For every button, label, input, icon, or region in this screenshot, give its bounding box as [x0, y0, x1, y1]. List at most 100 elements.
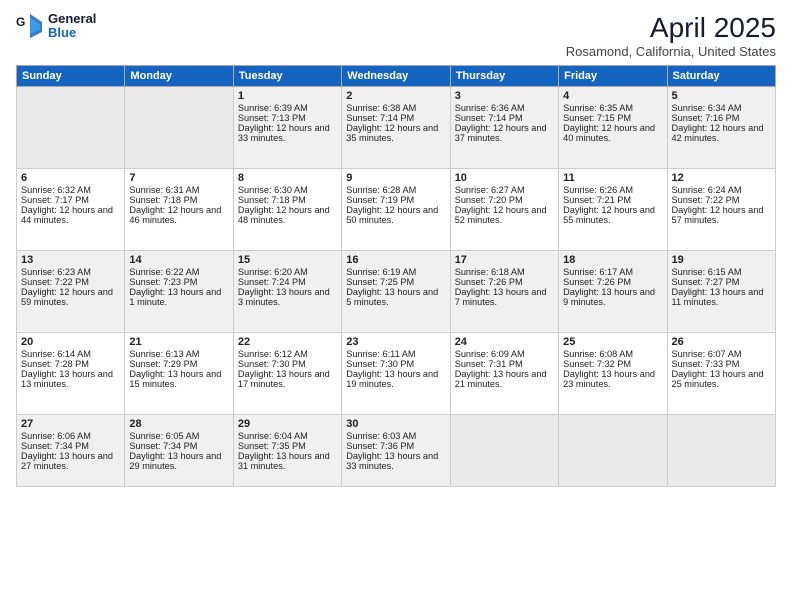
calendar-cell: 8Sunrise: 6:30 AMSunset: 7:18 PMDaylight… [233, 169, 341, 251]
sunrise-text: Sunrise: 6:38 AM [346, 103, 445, 113]
calendar-page: G General Blue April 2025 Rosamond, Cali… [0, 0, 792, 612]
day-number: 9 [346, 172, 445, 184]
calendar-cell: 14Sunrise: 6:22 AMSunset: 7:23 PMDayligh… [125, 251, 233, 333]
day-number: 18 [563, 254, 662, 266]
calendar-cell: 20Sunrise: 6:14 AMSunset: 7:28 PMDayligh… [17, 333, 125, 415]
sunrise-text: Sunrise: 6:17 AM [563, 267, 662, 277]
sunset-text: Sunset: 7:18 PM [238, 195, 337, 205]
sunrise-text: Sunrise: 6:05 AM [129, 431, 228, 441]
calendar-day-header: Friday [559, 66, 667, 87]
calendar-cell: 15Sunrise: 6:20 AMSunset: 7:24 PMDayligh… [233, 251, 341, 333]
calendar-cell: 12Sunrise: 6:24 AMSunset: 7:22 PMDayligh… [667, 169, 775, 251]
daylight-text: Daylight: 12 hours and 59 minutes. [21, 287, 120, 307]
calendar-cell: 11Sunrise: 6:26 AMSunset: 7:21 PMDayligh… [559, 169, 667, 251]
day-number: 8 [238, 172, 337, 184]
calendar-title: April 2025 [566, 12, 776, 44]
sunrise-text: Sunrise: 6:28 AM [346, 185, 445, 195]
day-number: 12 [672, 172, 771, 184]
daylight-text: Daylight: 13 hours and 31 minutes. [238, 451, 337, 471]
daylight-text: Daylight: 13 hours and 5 minutes. [346, 287, 445, 307]
daylight-text: Daylight: 13 hours and 33 minutes. [346, 451, 445, 471]
calendar-cell: 25Sunrise: 6:08 AMSunset: 7:32 PMDayligh… [559, 333, 667, 415]
calendar-day-header: Sunday [17, 66, 125, 87]
calendar-cell: 28Sunrise: 6:05 AMSunset: 7:34 PMDayligh… [125, 415, 233, 487]
calendar-cell [667, 415, 775, 487]
header: G General Blue April 2025 Rosamond, Cali… [16, 12, 776, 59]
calendar-cell: 7Sunrise: 6:31 AMSunset: 7:18 PMDaylight… [125, 169, 233, 251]
svg-text:G: G [16, 15, 25, 29]
calendar-day-header: Thursday [450, 66, 558, 87]
sunrise-text: Sunrise: 6:20 AM [238, 267, 337, 277]
sunrise-text: Sunrise: 6:26 AM [563, 185, 662, 195]
day-number: 14 [129, 254, 228, 266]
calendar-subtitle: Rosamond, California, United States [566, 44, 776, 59]
daylight-text: Daylight: 12 hours and 57 minutes. [672, 205, 771, 225]
sunrise-text: Sunrise: 6:24 AM [672, 185, 771, 195]
day-number: 11 [563, 172, 662, 184]
calendar-cell [450, 415, 558, 487]
sunset-text: Sunset: 7:22 PM [21, 277, 120, 287]
calendar-cell: 23Sunrise: 6:11 AMSunset: 7:30 PMDayligh… [342, 333, 450, 415]
calendar-week-row: 1Sunrise: 6:39 AMSunset: 7:13 PMDaylight… [17, 87, 776, 169]
calendar-day-header: Monday [125, 66, 233, 87]
sunset-text: Sunset: 7:34 PM [21, 441, 120, 451]
sunrise-text: Sunrise: 6:27 AM [455, 185, 554, 195]
sunset-text: Sunset: 7:13 PM [238, 113, 337, 123]
day-number: 19 [672, 254, 771, 266]
day-number: 23 [346, 336, 445, 348]
calendar-cell: 1Sunrise: 6:39 AMSunset: 7:13 PMDaylight… [233, 87, 341, 169]
sunset-text: Sunset: 7:36 PM [346, 441, 445, 451]
calendar-cell: 22Sunrise: 6:12 AMSunset: 7:30 PMDayligh… [233, 333, 341, 415]
daylight-text: Daylight: 12 hours and 42 minutes. [672, 123, 771, 143]
sunset-text: Sunset: 7:33 PM [672, 359, 771, 369]
calendar-cell: 9Sunrise: 6:28 AMSunset: 7:19 PMDaylight… [342, 169, 450, 251]
sunrise-text: Sunrise: 6:36 AM [455, 103, 554, 113]
sunrise-text: Sunrise: 6:19 AM [346, 267, 445, 277]
calendar-cell: 18Sunrise: 6:17 AMSunset: 7:26 PMDayligh… [559, 251, 667, 333]
calendar-cell: 6Sunrise: 6:32 AMSunset: 7:17 PMDaylight… [17, 169, 125, 251]
logo: G General Blue [16, 12, 96, 41]
sunrise-text: Sunrise: 6:12 AM [238, 349, 337, 359]
sunrise-text: Sunrise: 6:09 AM [455, 349, 554, 359]
day-number: 15 [238, 254, 337, 266]
day-number: 3 [455, 90, 554, 102]
sunset-text: Sunset: 7:30 PM [346, 359, 445, 369]
daylight-text: Daylight: 13 hours and 29 minutes. [129, 451, 228, 471]
day-number: 6 [21, 172, 120, 184]
day-number: 5 [672, 90, 771, 102]
sunset-text: Sunset: 7:18 PM [129, 195, 228, 205]
sunset-text: Sunset: 7:22 PM [672, 195, 771, 205]
sunrise-text: Sunrise: 6:18 AM [455, 267, 554, 277]
day-number: 21 [129, 336, 228, 348]
sunrise-text: Sunrise: 6:07 AM [672, 349, 771, 359]
day-number: 7 [129, 172, 228, 184]
day-number: 10 [455, 172, 554, 184]
day-number: 2 [346, 90, 445, 102]
calendar-cell: 30Sunrise: 6:03 AMSunset: 7:36 PMDayligh… [342, 415, 450, 487]
sunrise-text: Sunrise: 6:06 AM [21, 431, 120, 441]
day-number: 30 [346, 418, 445, 430]
daylight-text: Daylight: 13 hours and 19 minutes. [346, 369, 445, 389]
calendar-cell: 24Sunrise: 6:09 AMSunset: 7:31 PMDayligh… [450, 333, 558, 415]
sunrise-text: Sunrise: 6:04 AM [238, 431, 337, 441]
day-number: 29 [238, 418, 337, 430]
calendar-day-header: Tuesday [233, 66, 341, 87]
calendar-cell [17, 87, 125, 169]
sunset-text: Sunset: 7:29 PM [129, 359, 228, 369]
daylight-text: Daylight: 12 hours and 55 minutes. [563, 205, 662, 225]
calendar-table: SundayMondayTuesdayWednesdayThursdayFrid… [16, 65, 776, 487]
sunset-text: Sunset: 7:16 PM [672, 113, 771, 123]
daylight-text: Daylight: 12 hours and 46 minutes. [129, 205, 228, 225]
daylight-text: Daylight: 13 hours and 13 minutes. [21, 369, 120, 389]
sunrise-text: Sunrise: 6:35 AM [563, 103, 662, 113]
daylight-text: Daylight: 13 hours and 25 minutes. [672, 369, 771, 389]
sunrise-text: Sunrise: 6:31 AM [129, 185, 228, 195]
calendar-day-header: Saturday [667, 66, 775, 87]
daylight-text: Daylight: 13 hours and 21 minutes. [455, 369, 554, 389]
sunset-text: Sunset: 7:34 PM [129, 441, 228, 451]
daylight-text: Daylight: 12 hours and 50 minutes. [346, 205, 445, 225]
sunset-text: Sunset: 7:27 PM [672, 277, 771, 287]
daylight-text: Daylight: 13 hours and 27 minutes. [21, 451, 120, 471]
logo-text: General Blue [48, 12, 96, 41]
sunrise-text: Sunrise: 6:15 AM [672, 267, 771, 277]
